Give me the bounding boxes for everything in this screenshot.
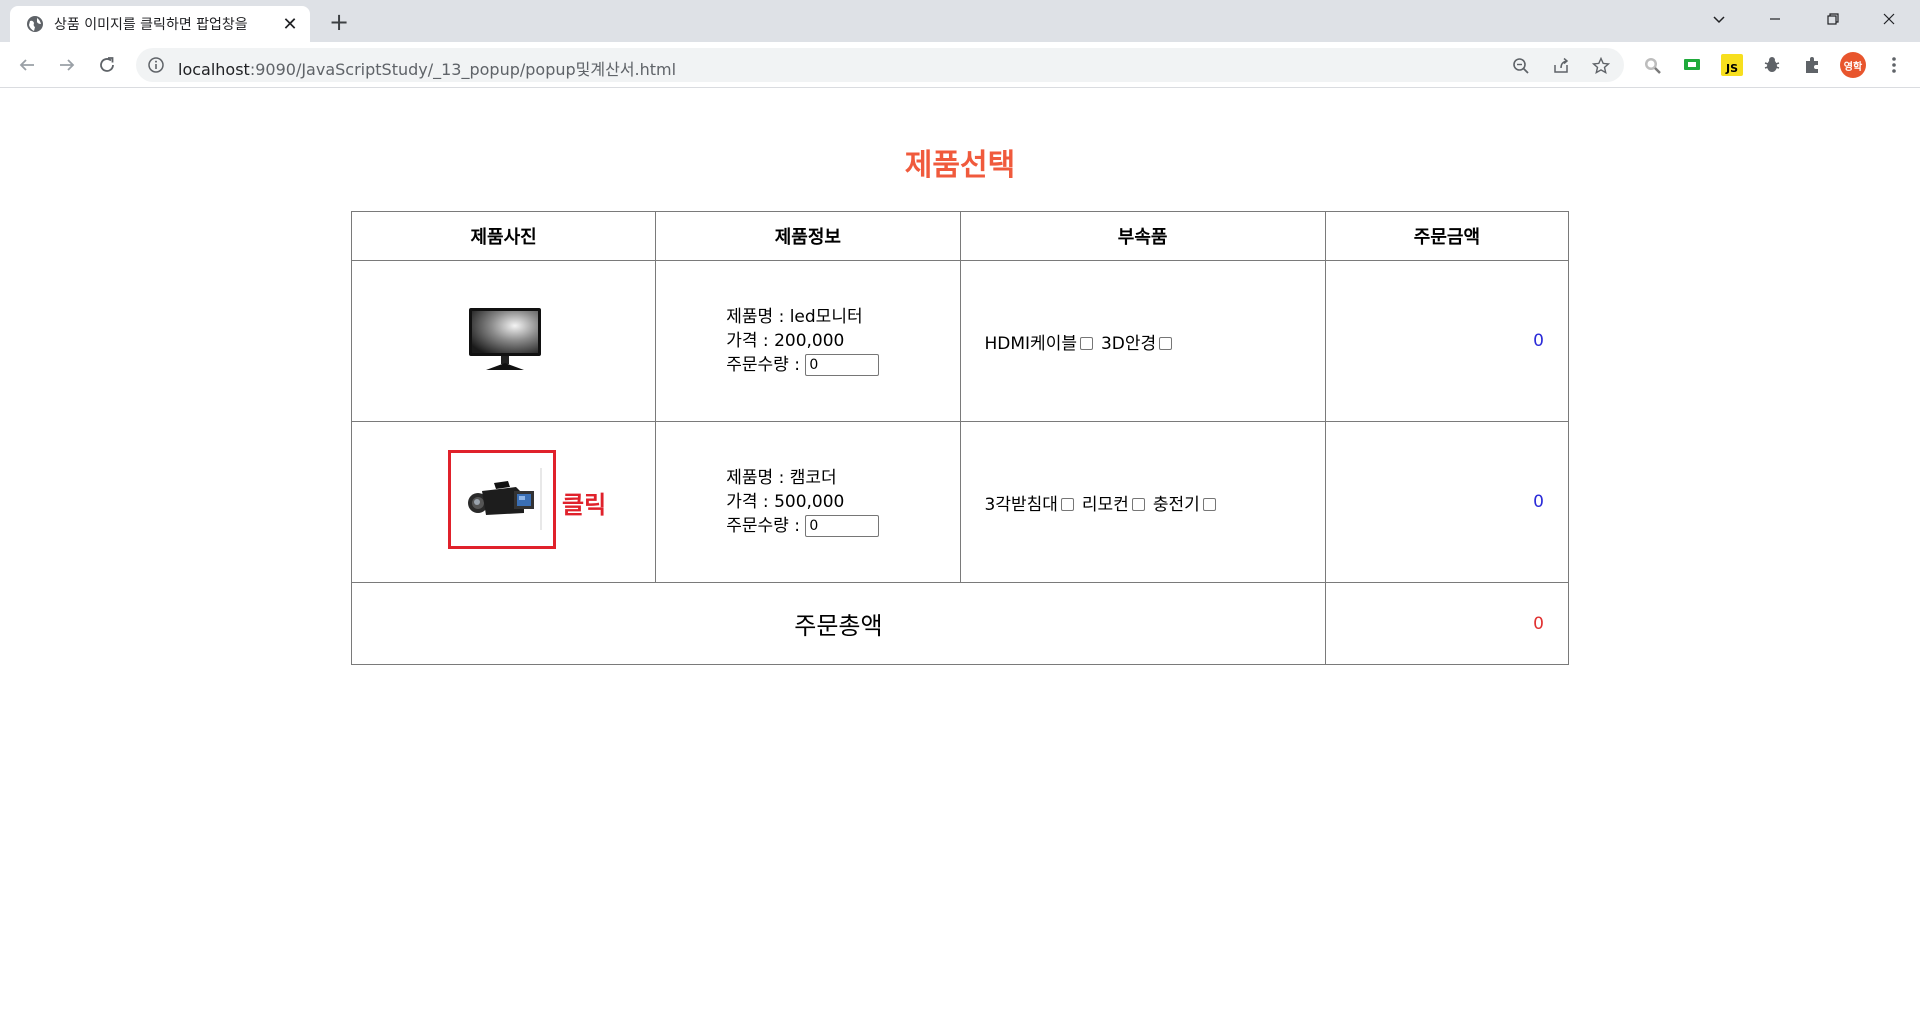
order-total-label: 주문총액 — [351, 582, 1326, 665]
tab-bar: 상품 이미지를 클릭하면 팝업창을 ✕ + — [0, 0, 1920, 42]
accessory-checkbox[interactable] — [1131, 498, 1145, 511]
browser-toolbar: localhost:9090/JavaScriptStudy/_13_popup… — [0, 42, 1920, 88]
header-product-info: 제품정보 — [655, 211, 961, 261]
page-title: 제품선택 — [904, 148, 1016, 183]
share-icon[interactable] — [1551, 56, 1571, 76]
product-photo-cell — [350, 260, 657, 422]
order-table: 제품사진 제품정보 부속품 주문금액 제품명: led모니터 가격: 200… — [350, 211, 1570, 665]
accessory-checkbox[interactable] — [1159, 337, 1173, 350]
monitor-image[interactable] — [468, 307, 542, 373]
table-row: 클릭 제품명 : 캠코더 가격 : 500,000 주문수량 : 3각받침대 리모… — [350, 421, 1570, 583]
camcorder-image[interactable] — [464, 467, 544, 531]
tab-title: 상품 이미지를 클릭하면 팝업창을 — [54, 17, 248, 33]
zoom-icon[interactable] — [1511, 56, 1531, 76]
order-amount-value: 0 — [1324, 260, 1570, 422]
extension-bug-icon[interactable] — [1761, 54, 1783, 76]
quantity-label: 주문수량 : — [726, 516, 800, 536]
forward-arrow-icon — [60, 59, 75, 71]
forward-button[interactable] — [52, 50, 82, 80]
close-window-button[interactable] — [1866, 0, 1912, 38]
extension-screen-icon[interactable] — [1681, 54, 1703, 76]
product-photo-cell: 클릭 — [350, 421, 657, 583]
total-row: 주문총액 0 — [351, 582, 1570, 665]
extension-js-label: JS — [1725, 61, 1738, 75]
table-header-row: 제품사진 제품정보 부속품 주문금액 — [350, 211, 1570, 261]
click-annotation: 클릭 — [562, 491, 607, 519]
extension-search-icon[interactable] — [1641, 54, 1663, 76]
accessory-checkbox[interactable] — [1079, 337, 1093, 350]
reload-button[interactable] — [92, 50, 122, 80]
header-accessories: 부속품 — [959, 211, 1326, 261]
minimize-button[interactable] — [1752, 0, 1798, 38]
quantity-label: 주문수량 : — [726, 355, 800, 375]
new-tab-button[interactable]: + — [325, 8, 353, 36]
extension-js-icon[interactable]: JS — [1721, 54, 1743, 76]
url-host: localhost — [178, 60, 250, 79]
accessory-label: 리모컨 — [1081, 494, 1129, 515]
browser-menu-icon[interactable] — [1883, 54, 1905, 76]
tab-search-icon[interactable] — [1696, 0, 1742, 38]
accessory-checkbox[interactable] — [1060, 498, 1074, 511]
url-text[interactable]: localhost:9090/JavaScriptStudy/_13_popup… — [178, 56, 676, 80]
bookmark-star-icon[interactable] — [1591, 56, 1611, 76]
globe-icon — [27, 16, 43, 32]
table-row: 제품명 : led모니터 가격 : 200,000 주문수량 : HDMI케이블… — [350, 260, 1570, 422]
back-arrow-icon — [19, 59, 34, 71]
product-price: 가격 : 200,000 — [726, 331, 845, 351]
restore-button[interactable] — [1810, 0, 1856, 38]
tab-close-icon[interactable]: ✕ — [280, 14, 300, 35]
profile-avatar[interactable]: 영학 — [1840, 52, 1866, 78]
quantity-input[interactable] — [805, 515, 880, 537]
accessory-checkbox[interactable] — [1202, 498, 1216, 511]
extensions-puzzle-icon[interactable] — [1801, 54, 1823, 76]
profile-initials: 영학 — [1843, 61, 1863, 73]
product-name: 제품명 : 캠코더 — [726, 468, 837, 488]
product-info-cell: 제품명 : 캠코더 가격 : 500,000 주문수량 : — [655, 421, 961, 583]
accessory-label: 3각받침대 — [984, 494, 1058, 515]
order-total-value: 0 — [1324, 582, 1570, 665]
accessories-cell: HDMI케이블 3D안경 — [959, 260, 1326, 422]
info-icon[interactable] — [148, 57, 164, 73]
product-name: 제품명 : led모니터 — [726, 307, 863, 327]
accessory-label: 3D안경 — [1100, 333, 1157, 354]
browser-tab[interactable]: 상품 이미지를 클릭하면 팝업창을 ✕ — [10, 6, 310, 42]
accessory-label: 충전기 — [1152, 494, 1200, 515]
accessory-label: HDMI케이블 — [984, 333, 1077, 354]
quantity-input[interactable] — [805, 354, 880, 376]
url-path: :9090/JavaScriptStudy/_13_popup/popup및계산… — [249, 60, 677, 79]
product-price: 가격 : 500,000 — [726, 492, 845, 512]
accessories-cell: 3각받침대 리모컨 충전기 — [959, 421, 1326, 583]
header-product-photo: 제품사진 — [350, 211, 657, 261]
header-order-amount: 주문금액 — [1324, 211, 1570, 261]
address-bar[interactable]: localhost:9090/JavaScriptStudy/_13_popup… — [136, 48, 1624, 82]
back-button[interactable] — [12, 50, 42, 80]
product-info-cell: 제품명 : led모니터 가격 : 200,000 주문수량 : — [655, 260, 961, 422]
reload-icon — [100, 57, 114, 72]
order-amount-value: 0 — [1324, 421, 1570, 583]
